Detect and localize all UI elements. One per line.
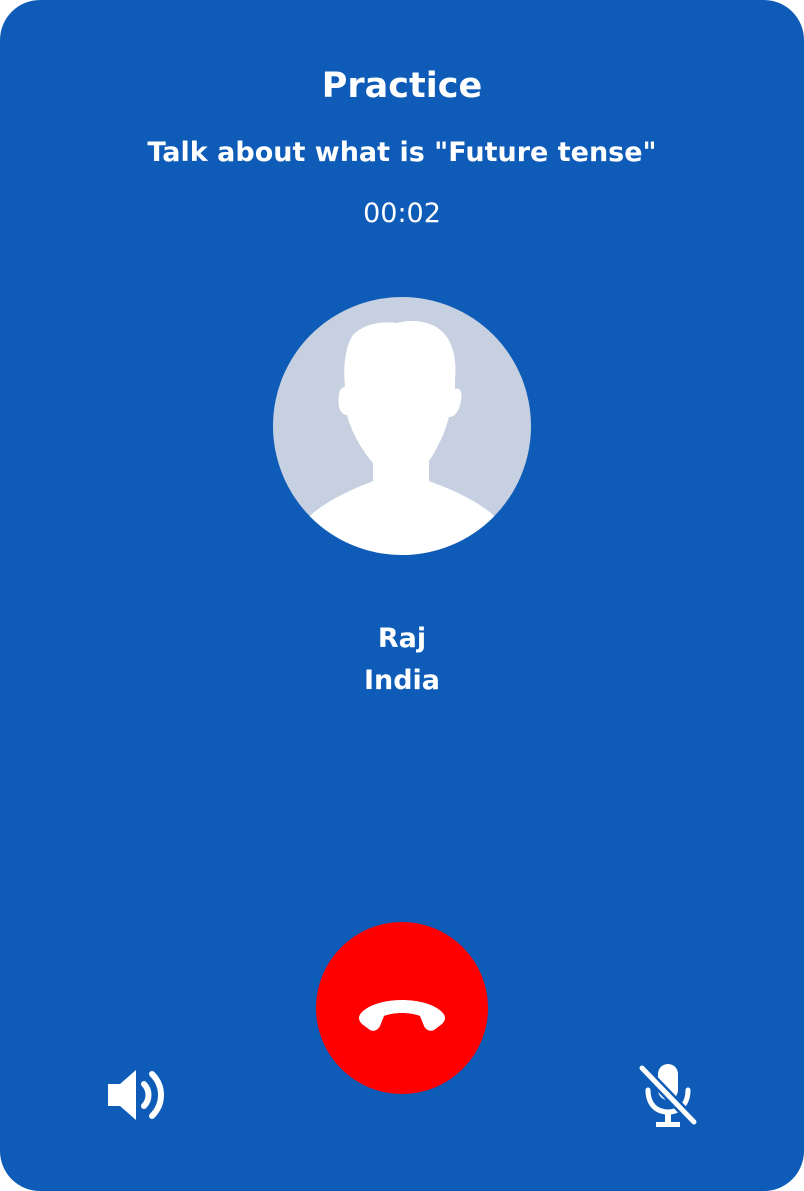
speaker-button[interactable] xyxy=(100,1062,172,1128)
page-title: Practice xyxy=(321,66,483,106)
speaker-icon xyxy=(108,1070,164,1120)
phone-hangup-icon xyxy=(359,1000,445,1031)
practice-topic: Talk about what is "Future tense" xyxy=(147,137,657,168)
avatar xyxy=(273,297,531,555)
mute-button[interactable] xyxy=(632,1060,704,1130)
person-silhouette-icon xyxy=(273,321,531,555)
mic-muted-icon xyxy=(637,1063,699,1127)
contact-country: India xyxy=(363,665,441,696)
call-screen: Practice Talk about what is "Future tens… xyxy=(0,0,804,1191)
call-timer: 00:02 xyxy=(363,198,441,229)
contact-name: Raj xyxy=(377,623,427,654)
end-call-button[interactable] xyxy=(316,922,488,1094)
